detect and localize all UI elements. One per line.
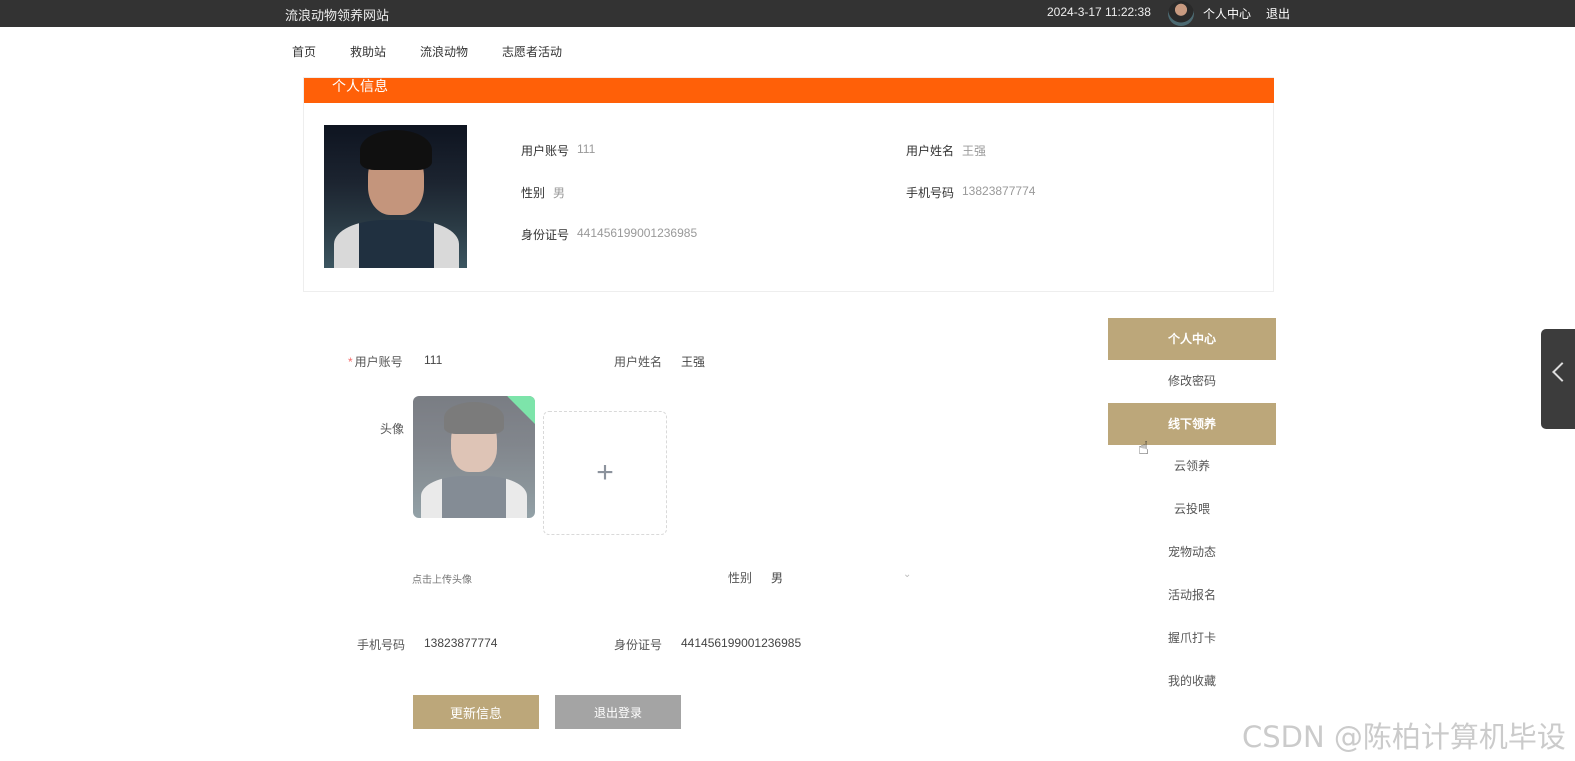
plus-icon: + xyxy=(596,456,614,489)
side-item-offline-adoption[interactable]: 线下领养 xyxy=(1108,403,1276,445)
info-idcard-value: 441456199001236985 xyxy=(577,226,698,240)
form-account-input[interactable]: 111 xyxy=(424,353,442,367)
info-gender-label: 性别 xyxy=(521,186,546,200)
form-idcard-input[interactable]: 441456199001236985 xyxy=(681,636,801,650)
collapse-panel-toggle[interactable] xyxy=(1541,329,1575,429)
main-nav: 首页 救助站 流浪动物 志愿者活动 xyxy=(285,28,589,74)
preview-hair xyxy=(444,402,504,434)
nav-home[interactable]: 首页 xyxy=(285,28,323,74)
form-account-label: * 用户账号 xyxy=(348,353,403,370)
form-account-label-text: 用户账号 xyxy=(354,355,403,369)
user-avatar[interactable] xyxy=(1168,1,1194,26)
chevron-left-icon xyxy=(1552,362,1572,382)
profile-photo xyxy=(324,125,467,268)
nav-stray-animals[interactable]: 流浪动物 xyxy=(413,28,475,74)
personal-info-card: 个人信息 xyxy=(303,77,1274,292)
info-idcard-label: 身份证号 xyxy=(521,228,570,242)
side-item-user-center[interactable]: 个人中心 xyxy=(1108,318,1276,360)
side-item-my-favorites[interactable]: 我的收藏 xyxy=(1108,660,1276,703)
preview-body xyxy=(421,476,527,518)
chevron-down-icon[interactable]: ⌄ xyxy=(903,569,911,580)
required-mark: * xyxy=(348,355,353,369)
logout-link[interactable]: 退出 xyxy=(1266,5,1290,22)
info-phone-value: 13823877774 xyxy=(962,184,1036,198)
nav-volunteer-activities[interactable]: 志愿者活动 xyxy=(495,28,569,74)
info-account-value: 111 xyxy=(577,142,596,156)
form-phone-input[interactable]: 13823877774 xyxy=(424,636,497,650)
side-menu: 个人中心 修改密码 线下领养 云领养 云投喂 宠物动态 活动报名 握爪打卡 我的… xyxy=(1108,318,1276,703)
info-gender-value: 男 xyxy=(553,186,566,200)
avatar-preview[interactable] xyxy=(413,396,535,518)
photo-hair xyxy=(360,130,432,170)
update-info-button[interactable]: 更新信息 xyxy=(413,695,539,729)
side-item-cloud-adoption[interactable]: 云领养 xyxy=(1108,445,1276,488)
side-item-cloud-feeding[interactable]: 云投喂 xyxy=(1108,488,1276,531)
form-gender-label: 性别 xyxy=(728,571,753,585)
form-name-label: 用户姓名 xyxy=(614,355,663,369)
info-name-label: 用户姓名 xyxy=(906,144,955,158)
logout-button[interactable]: 退出登录 xyxy=(555,695,681,729)
current-datetime: 2024-3-17 11:22:38 xyxy=(1047,5,1151,19)
site-title[interactable]: 流浪动物领养网站 xyxy=(285,5,389,24)
form-name-input[interactable]: 王强 xyxy=(681,353,705,370)
info-phone-label: 手机号码 xyxy=(906,186,955,200)
photo-body xyxy=(334,220,459,268)
top-bar: 流浪动物领养网站 2024-3-17 11:22:38 个人中心 退出 xyxy=(0,0,1575,27)
side-item-change-password[interactable]: 修改密码 xyxy=(1108,360,1276,403)
avatar-upload-button[interactable]: + xyxy=(543,411,667,535)
upload-success-badge xyxy=(507,396,535,425)
info-account-label: 用户账号 xyxy=(521,144,570,158)
form-phone-label: 手机号码 xyxy=(357,638,406,652)
info-card-header: 个人信息 xyxy=(304,78,1274,103)
nav-rescue-station[interactable]: 救助站 xyxy=(343,28,393,74)
info-card-title: 个人信息 xyxy=(332,78,388,94)
watermark: CSDN @陈柏计算机毕设 xyxy=(1242,720,1566,754)
side-item-event-signup[interactable]: 活动报名 xyxy=(1108,574,1276,617)
side-item-pet-news[interactable]: 宠物动态 xyxy=(1108,531,1276,574)
form-idcard-label: 身份证号 xyxy=(614,638,663,652)
upload-hint: 点击上传头像 xyxy=(412,575,472,586)
hand-cursor-icon: ☝ xyxy=(1138,438,1149,458)
user-center-link[interactable]: 个人中心 xyxy=(1203,5,1251,22)
form-avatar-label: 头像 xyxy=(380,422,405,436)
info-name-value: 王强 xyxy=(962,144,987,158)
form-gender-select[interactable]: 男 xyxy=(771,569,783,586)
side-item-paw-checkin[interactable]: 握爪打卡 xyxy=(1108,617,1276,660)
